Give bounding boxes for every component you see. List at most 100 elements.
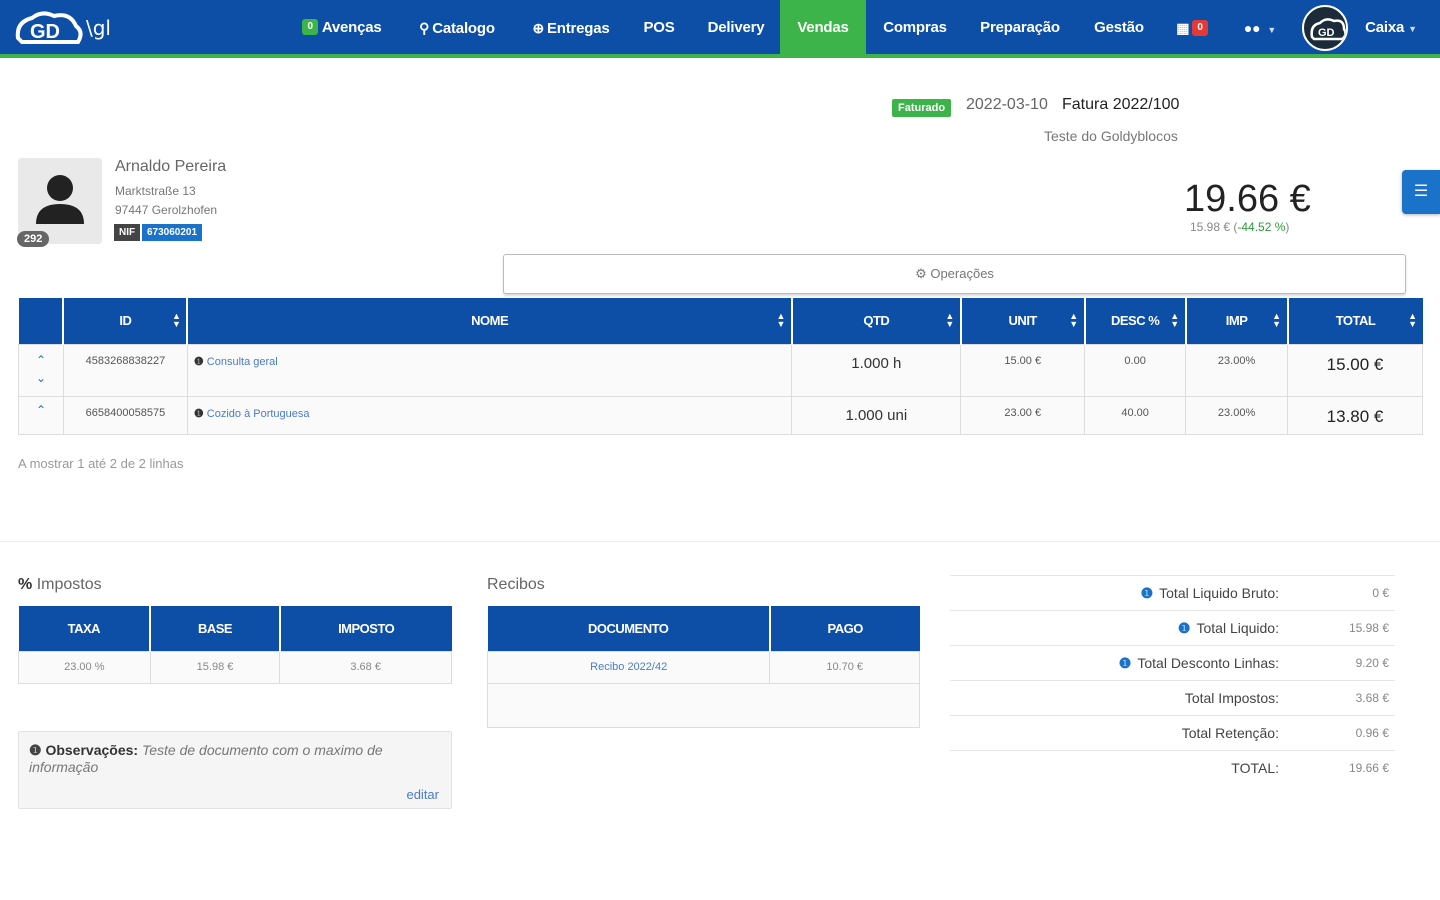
logo-icon[interactable]: GD [14, 8, 84, 50]
table-row[interactable]: Recibo 2022/42 10.70 € [486, 650, 920, 684]
nav-pos[interactable]: POS [636, 0, 682, 56]
client-address-line1: Marktstraße 13 [115, 184, 196, 198]
chevron-down-icon: ▼ [1267, 25, 1277, 35]
col-total[interactable]: TOTAL ▲ ▼ [1287, 298, 1423, 344]
summary-row: ❶ Total Liquido: 15.98 € [950, 610, 1395, 645]
sort-icon: ▲ ▼ [1170, 311, 1179, 329]
summary-label: TOTAL: [1231, 760, 1279, 776]
col-documento: DOCUMENTO [487, 606, 771, 651]
subtotal-percent: -44.52 % [1237, 220, 1286, 234]
info-icon[interactable]: ❶ [194, 356, 204, 368]
summary-value: 0.96 € [1355, 726, 1389, 740]
nav-caixa-label: Caixa [1365, 19, 1405, 36]
col-unit-label: UNIT [1008, 313, 1038, 329]
move-down-icon[interactable]: ⌄ [19, 369, 63, 387]
nif-value: 673060201 [142, 224, 203, 241]
document-total: 19.66 € [1184, 178, 1311, 220]
nav-delivery[interactable]: Delivery [700, 0, 772, 56]
nav-delivery-label: Delivery [707, 19, 765, 36]
nav-gestao[interactable]: Gestão [1086, 0, 1152, 56]
cell-qtd: 1.000 h [791, 343, 962, 397]
nav-entregas[interactable]: ⊕ Entregas [526, 0, 616, 56]
client-address-line2: 97447 Gerolzhofen [115, 203, 218, 217]
product-link[interactable]: Consulta geral [207, 356, 278, 368]
empty-cell [487, 682, 920, 728]
cell-id: 4583268838227 [62, 343, 188, 397]
row-move-cell: ⌃ ⌄ [18, 343, 64, 397]
receipt-link[interactable]: Recibo 2022/42 [590, 661, 667, 673]
taxes-table: TAXA BASE IMPOSTO 23.00 % 15.98 € 3.68 € [18, 606, 452, 684]
nav-caixa[interactable]: Caixa ▼ [1356, 0, 1426, 56]
client-count-badge: 292 [17, 231, 50, 247]
cell-total: 15.00 € [1287, 343, 1423, 397]
summary-value: 9.20 € [1355, 656, 1389, 670]
sort-icon: ▲ ▼ [776, 311, 785, 329]
sort-icon: ▲ ▼ [1069, 311, 1078, 329]
info-icon[interactable]: ❶ [1119, 655, 1132, 671]
user-avatar[interactable]: GD [1302, 5, 1348, 51]
calendar-badge: 0 [1192, 20, 1208, 37]
summary-value: 3.68 € [1355, 691, 1389, 705]
table-row[interactable]: ⌃ ⌄ 4583268838227 ❶ Consulta geral 1.000 … [18, 343, 1423, 397]
nav-catalogo[interactable]: ⚲ Catalogo [410, 0, 504, 56]
nav-gestao-label: Gestão [1094, 19, 1144, 36]
col-qtd-label: QTD [863, 313, 890, 329]
summary-label: ❶ Total Desconto Linhas: [1119, 655, 1279, 672]
client-name[interactable]: Arnaldo Pereira [115, 158, 226, 176]
nav-entregas-label: Entregas [546, 20, 610, 37]
col-nome[interactable]: NOME ▲ ▼ [187, 298, 793, 344]
document-subtotal: 15.98 € (-44.52 %) [1190, 220, 1289, 234]
info-icon[interactable]: ❶ [1141, 585, 1154, 601]
summary-label: Total Retenção: [1181, 725, 1279, 741]
list-icon: ☰ [1413, 183, 1429, 200]
table-row: 23.00 % 15.98 € 3.68 € [18, 650, 452, 684]
cell-id: 6658400058575 [62, 395, 188, 435]
sort-icon: ▲ ▼ [1272, 311, 1281, 329]
cell-desc: 0.00 [1084, 343, 1187, 397]
summary-row: Total Impostos: 3.68 € [950, 680, 1395, 715]
cell-unit: 23.00 € [960, 395, 1086, 435]
nif-label: NIF [114, 224, 141, 241]
cell-qtd: 1.000 uni [791, 395, 962, 435]
cell-taxa: 23.00 % [18, 650, 151, 684]
side-panel-toggle[interactable]: ☰ [1402, 170, 1440, 214]
summary-label-text: Total Liquido Bruto: [1159, 585, 1279, 601]
receipts-table: DOCUMENTO PAGO Recibo 2022/42 10.70 € [486, 606, 920, 728]
col-imp[interactable]: IMP ▲ ▼ [1185, 298, 1289, 344]
sort-icon: ▲ ▼ [171, 311, 181, 329]
col-qtd[interactable]: QTD ▲ ▼ [791, 298, 962, 344]
summary-row: ❶ Total Desconto Linhas: 9.20 € [950, 645, 1395, 680]
summary-label: ❶ Total Liquido: [1178, 620, 1279, 637]
nav-compras[interactable]: Compras [876, 0, 954, 56]
cell-nome: ❶ Consulta geral [186, 343, 793, 397]
observations-label: Observações: [45, 742, 139, 758]
nav-vendas[interactable]: Vendas [780, 0, 866, 56]
edit-observations-link[interactable]: editar [406, 787, 439, 802]
summary-value: 15.98 € [1348, 621, 1389, 635]
nav-users-menu[interactable]: ●● ▼ [1236, 0, 1284, 56]
top-navbar: GD \gl 0 Avenças ⚲ Catalogo ⊕ Entregas POS … [0, 0, 1440, 58]
nav-catalogo-label: Catalogo [432, 20, 495, 37]
svg-text:GD: GD [1318, 27, 1335, 39]
col-id[interactable]: ID ▲ ▼ [63, 298, 189, 344]
subtotal-base: 15.98 € ( [1190, 220, 1238, 234]
table-row[interactable]: ⌃ 6658400058575 ❶ Cozido à Portuguesa 1.0… [18, 395, 1423, 435]
product-link[interactable]: Cozido à Portuguesa [207, 408, 310, 420]
nav-calendar[interactable]: ▦ 0 [1170, 0, 1218, 56]
summary-value: 19.66 € [1348, 761, 1389, 775]
info-icon[interactable]: ❶ [1178, 620, 1191, 636]
nav-preparacao[interactable]: Preparação [974, 0, 1066, 56]
rows-info: A mostrar 1 até 2 de 2 linhas [18, 456, 184, 471]
avencas-count-badge: 0 [302, 19, 318, 36]
operations-button[interactable]: ⚙ Operações [503, 254, 1406, 294]
move-up-icon[interactable]: ⌃ [19, 351, 63, 369]
subtotal-close: ) [1285, 220, 1290, 234]
summary-row: ❶ Total Liquido Bruto: 0 € [950, 575, 1395, 610]
move-up-icon[interactable]: ⌃ [19, 401, 63, 419]
col-desc[interactable]: DESC % ▲ ▼ [1084, 298, 1187, 344]
col-imposto: IMPOSTO [279, 606, 452, 651]
cell-total: 13.80 € [1287, 395, 1423, 435]
col-unit[interactable]: UNIT ▲ ▼ [960, 298, 1086, 344]
info-icon[interactable]: ❶ [194, 408, 204, 420]
nav-avencas[interactable]: 0 Avenças [296, 0, 388, 56]
